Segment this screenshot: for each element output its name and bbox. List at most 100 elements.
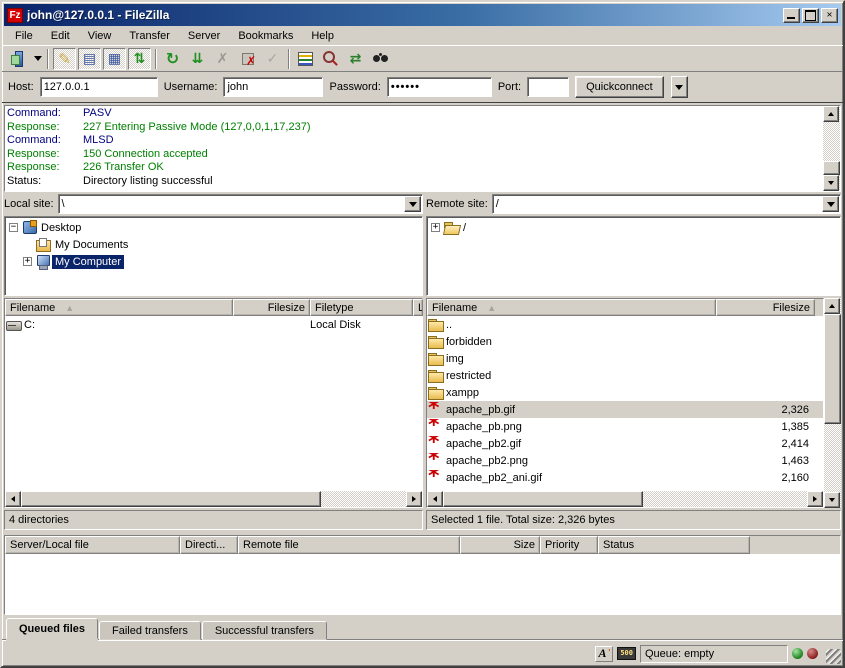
queue-column-header[interactable]: Status <box>598 536 750 554</box>
menu-item[interactable]: Bookmarks <box>229 28 302 44</box>
local-horizontal-scrollbar[interactable] <box>5 491 422 507</box>
chevron-down-icon[interactable] <box>822 196 839 212</box>
local-site-combo[interactable]: \ <box>58 194 423 214</box>
disconnect-icon[interactable] <box>236 48 259 70</box>
scroll-up-icon[interactable] <box>824 298 840 314</box>
menu-item[interactable]: Edit <box>42 28 79 44</box>
tree-row[interactable]: + / <box>428 219 839 236</box>
file-row[interactable]: apache_pb2.png 1,463 <box>427 452 823 469</box>
toggle-transfer-queue-icon[interactable] <box>128 48 151 70</box>
file-row[interactable]: C: Local Disk <box>5 316 422 333</box>
minimize-button[interactable] <box>783 8 800 23</box>
queue-column-header[interactable]: Server/Local file <box>5 536 180 554</box>
maximize-button[interactable] <box>802 8 819 23</box>
port-input[interactable] <box>527 77 569 97</box>
queue-tab[interactable]: Successful transfers <box>202 621 327 640</box>
find-files-icon[interactable] <box>369 48 392 70</box>
log-line: Command: MLSD <box>7 134 821 148</box>
quickconnect-dropdown[interactable] <box>671 76 688 98</box>
refresh-icon[interactable] <box>161 48 184 70</box>
remote-site-combo[interactable]: / <box>492 194 841 214</box>
scroll-left-icon[interactable] <box>427 491 443 507</box>
speed-limits-icon[interactable]: 500 <box>617 647 636 660</box>
menu-item[interactable]: Server <box>179 28 229 44</box>
tree-row[interactable]: My Documents <box>6 236 421 253</box>
filezilla-window: Fz john@127.0.0.1 - FileZilla × File Edi… <box>0 0 845 668</box>
close-button[interactable]: × <box>821 8 838 23</box>
tree-row[interactable]: − Desktop <box>6 219 421 236</box>
queue-tab[interactable]: Queued files <box>6 618 98 639</box>
column-header[interactable]: Filename▲ <box>5 299 233 316</box>
scroll-up-icon[interactable] <box>823 106 839 122</box>
password-input[interactable] <box>387 77 492 97</box>
file-name: xampp <box>446 387 479 399</box>
queue-body[interactable] <box>5 554 840 614</box>
local-directory-tree: − Desktop My Documents + <box>4 216 423 296</box>
scrollbar-thumb[interactable] <box>21 491 321 507</box>
title-bar[interactable]: Fz john@127.0.0.1 - FileZilla × <box>4 4 841 26</box>
scrollbar-thumb[interactable] <box>823 161 840 175</box>
synchronized-browsing-icon[interactable] <box>344 48 367 70</box>
file-row[interactable]: apache_pb2_ani.gif 2,160 <box>427 469 823 486</box>
remote-directory-tree: + / <box>426 216 841 296</box>
queue-column-header[interactable]: Priority <box>540 536 598 554</box>
tree-expander-icon[interactable]: + <box>23 257 32 266</box>
remote-horizontal-scrollbar[interactable] <box>427 491 823 507</box>
process-queue-icon[interactable] <box>186 48 209 70</box>
tree-expander-icon[interactable]: + <box>431 223 440 232</box>
scrollbar-thumb[interactable] <box>824 314 841 424</box>
toolbar-dropdown[interactable] <box>31 48 44 70</box>
file-icon <box>427 385 444 400</box>
site-manager-icon[interactable] <box>7 48 30 70</box>
tree-item-label[interactable]: Desktop <box>38 221 84 235</box>
scroll-down-icon[interactable] <box>823 175 839 191</box>
transfer-type-icon[interactable]: A <box>595 646 613 662</box>
tree-item-label[interactable]: / <box>460 221 469 235</box>
column-header[interactable]: Filename▲ <box>427 299 716 316</box>
remote-vertical-scrollbar[interactable] <box>824 298 841 508</box>
menu-item[interactable]: File <box>6 28 42 44</box>
queue-column-header[interactable]: Directi... <box>180 536 238 554</box>
quickconnect-button[interactable]: Quickconnect <box>575 76 664 98</box>
menu-item[interactable]: Transfer <box>120 28 179 44</box>
scroll-right-icon[interactable] <box>807 491 823 507</box>
scroll-right-icon[interactable] <box>406 491 422 507</box>
scrollbar-thumb[interactable] <box>443 491 643 507</box>
file-row[interactable]: apache_pb2.gif 2,414 <box>427 435 823 452</box>
scroll-left-icon[interactable] <box>5 491 21 507</box>
file-row[interactable]: img <box>427 350 823 367</box>
directory-comparison-icon[interactable] <box>319 48 342 70</box>
menu-item[interactable]: Help <box>302 28 343 44</box>
queue-column-header[interactable]: Size <box>460 536 540 554</box>
log-vertical-scrollbar[interactable] <box>823 106 840 191</box>
resize-grip[interactable] <box>826 649 841 664</box>
tree-item-label[interactable]: My Documents <box>52 238 131 252</box>
queue-column-header[interactable]: Remote file <box>238 536 460 554</box>
toggle-local-tree-icon[interactable] <box>78 48 101 70</box>
file-row[interactable]: forbidden <box>427 333 823 350</box>
file-row[interactable]: apache_pb.png 1,385 <box>427 418 823 435</box>
username-input[interactable] <box>223 77 323 97</box>
menu-item[interactable]: View <box>79 28 121 44</box>
file-row[interactable]: apache_pb.gif 2,326 <box>427 401 823 418</box>
tree-expander-icon[interactable]: − <box>9 223 18 232</box>
reconnect-icon[interactable] <box>261 48 284 70</box>
scroll-down-icon[interactable] <box>824 492 840 508</box>
host-input[interactable] <box>40 77 158 97</box>
queue-tab[interactable]: Failed transfers <box>99 621 201 640</box>
file-row[interactable]: restricted <box>427 367 823 384</box>
column-header[interactable]: L▲ <box>413 299 423 316</box>
toggle-remote-tree-icon[interactable] <box>103 48 126 70</box>
directory-filters-icon[interactable] <box>294 48 317 70</box>
column-header[interactable]: Filesize▲ <box>716 299 815 316</box>
toggle-message-log-icon[interactable]: ✎ <box>53 48 76 70</box>
cancel-operation-icon[interactable] <box>211 48 234 70</box>
file-row[interactable]: xampp <box>427 384 823 401</box>
tree-row[interactable]: + My Computer <box>6 253 421 270</box>
chevron-down-icon[interactable] <box>404 196 421 212</box>
file-row[interactable]: .. <box>427 316 823 333</box>
column-header[interactable]: Filesize▲ <box>233 299 310 316</box>
file-name: apache_pb.png <box>446 421 522 433</box>
column-header[interactable]: Filetype▲ <box>310 299 413 316</box>
tree-item-label[interactable]: My Computer <box>52 255 124 269</box>
